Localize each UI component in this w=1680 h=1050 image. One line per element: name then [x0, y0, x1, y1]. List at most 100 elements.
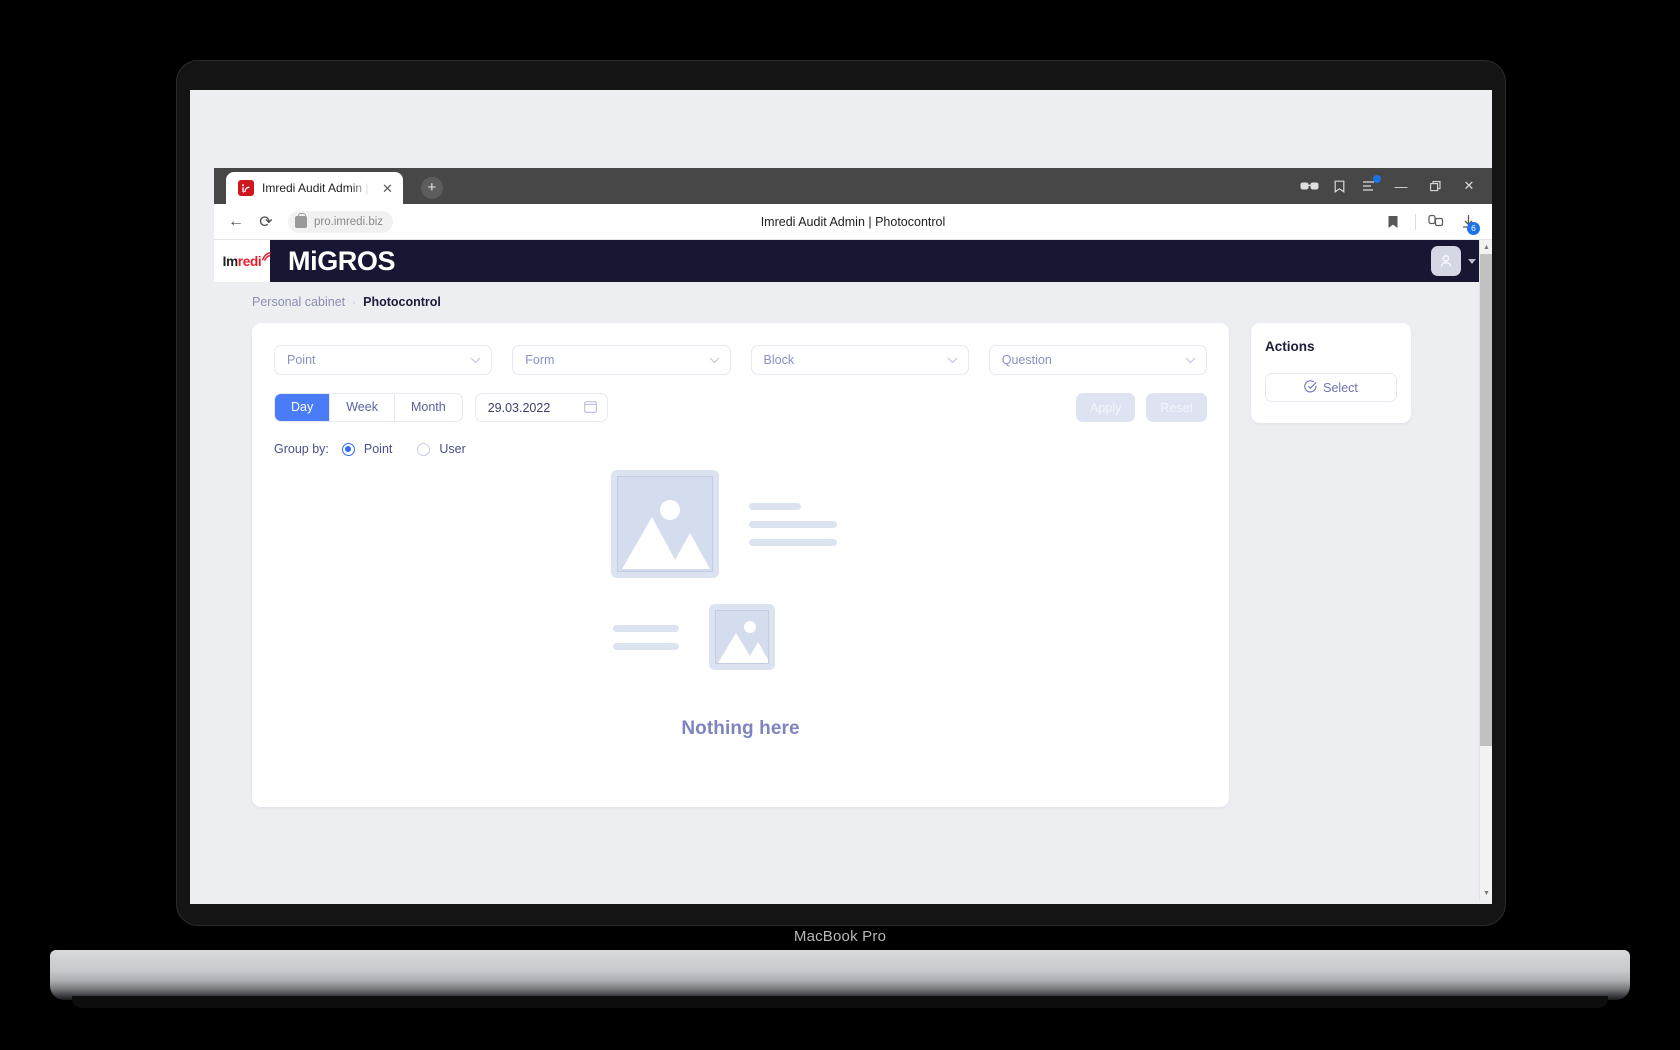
migros-brand: MiGROS — [288, 245, 396, 276]
chevron-down-icon — [1185, 353, 1196, 367]
point-select[interactable]: Point — [274, 345, 493, 375]
imredi-logo-im: Im — [222, 253, 238, 269]
laptop-brand-label: MacBook Pro — [793, 928, 887, 945]
calendar-icon[interactable] — [584, 400, 598, 416]
photocontrol-card: Point Form Block Question Day Week Month… — [252, 323, 1229, 807]
imredi-favicon — [238, 180, 254, 196]
placeholder-bar — [748, 520, 837, 528]
reset-button[interactable]: Reset — [1146, 393, 1207, 422]
browser-window: Imredi Audit Admin | Ph ✕ + — [214, 168, 1492, 900]
chevron-down-icon[interactable] — [1468, 258, 1476, 264]
image-placeholder-icon-small — [708, 604, 775, 670]
period-segmented-control: Day Week Month — [274, 393, 463, 422]
settings-menu-icon[interactable] — [1354, 171, 1384, 201]
favorites-bookmark-icon[interactable] — [1379, 208, 1407, 236]
imredi-logo-redi: redi — [237, 253, 262, 269]
breadcrumb: Personal cabinet · Photocontrol — [214, 282, 1492, 309]
downloads-icon[interactable]: 6 — [1454, 208, 1482, 236]
period-row: Day Week Month 29.03.2022 Apply Reset — [274, 393, 1207, 422]
chevron-down-icon — [709, 353, 720, 367]
filter-actions: Apply Reset — [1076, 393, 1207, 422]
illustration-bottom-row — [611, 604, 871, 670]
toolbar-actions: 6 — [1379, 208, 1484, 236]
imredi-logo-text: Imredi — [222, 251, 272, 269]
app-header: Imredi MiGROS — [214, 240, 1492, 282]
browser-chrome-controls: — ✕ — [1294, 168, 1492, 204]
empty-state-text: Nothing here — [681, 718, 800, 739]
placeholder-bar — [748, 538, 837, 546]
block-select-label: Block — [763, 353, 795, 367]
group-by-user-radio[interactable] — [417, 442, 431, 456]
breadcrumb-separator: · — [352, 295, 357, 309]
placeholder-bar — [748, 502, 801, 510]
browser-tab-title: Imredi Audit Admin | Ph — [262, 181, 370, 195]
browser-toolbar: ← ⟳ pro.imredi.biz Imredi Audit Admin | … — [214, 204, 1492, 240]
imredi-logo[interactable]: Imredi — [214, 240, 272, 282]
actions-panel-title: Actions — [1265, 339, 1315, 354]
page-viewport: Imredi MiGROS Personal cabinet · Photoco… — [214, 240, 1492, 900]
empty-state: Nothing here — [274, 470, 1207, 740]
actions-panel: Actions Select — [1251, 323, 1411, 423]
chevron-down-icon — [470, 353, 481, 367]
laptop-foot — [72, 996, 1608, 1008]
close-tab-icon[interactable]: ✕ — [378, 182, 393, 195]
date-input-value: 29.03.2022 — [487, 400, 551, 415]
scroll-down-arrow-icon[interactable]: ▼ — [1480, 886, 1492, 900]
group-by-user-label[interactable]: User — [439, 442, 465, 456]
maximize-button[interactable] — [1418, 168, 1452, 204]
breadcrumb-current: Photocontrol — [363, 295, 441, 309]
period-month-button[interactable]: Month — [394, 394, 462, 421]
image-placeholder-icon-large — [610, 470, 719, 578]
text-placeholder-bars-top — [748, 502, 837, 546]
form-select[interactable]: Form — [512, 345, 731, 375]
downloads-badge: 6 — [1467, 221, 1480, 235]
browser-tabstrip: Imredi Audit Admin | Ph ✕ + — [214, 168, 1492, 204]
reading-view-glasses-icon[interactable] — [1294, 171, 1324, 201]
circle-check-icon — [1304, 379, 1317, 396]
question-select-label: Question — [1001, 353, 1052, 367]
signal-wave-icon — [261, 250, 272, 265]
placeholder-bar — [612, 642, 679, 650]
group-by-label: Group by: — [274, 442, 329, 456]
back-icon[interactable]: ← — [222, 208, 250, 236]
scrollbar-thumb[interactable] — [1480, 254, 1492, 746]
collections-icon[interactable] — [1324, 171, 1354, 201]
period-day-button[interactable]: Day — [275, 394, 331, 421]
page-scrollbar[interactable]: ▲ ▼ — [1479, 240, 1492, 900]
avatar — [1431, 246, 1461, 276]
group-by-point-label[interactable]: Point — [364, 442, 393, 456]
filters-row: Point Form Block Question — [274, 345, 1207, 375]
form-select-label: Form — [525, 353, 555, 367]
question-select[interactable]: Question — [988, 345, 1207, 375]
address-bar-url: pro.imredi.biz — [314, 215, 384, 228]
date-input[interactable]: 29.03.2022 — [474, 393, 609, 422]
chevron-down-icon — [947, 353, 958, 367]
minimize-button[interactable]: — — [1384, 168, 1418, 204]
period-week-button[interactable]: Week — [330, 394, 395, 421]
reload-icon[interactable]: ⟳ — [252, 208, 280, 236]
laptop-base — [50, 950, 1630, 1000]
browser-tab[interactable]: Imredi Audit Admin | Ph ✕ — [226, 172, 403, 204]
select-button-label: Select — [1323, 380, 1358, 395]
toolbar-divider — [1415, 213, 1416, 230]
address-bar[interactable]: pro.imredi.biz — [288, 210, 394, 233]
content-area: Point Form Block Question Day Week Month… — [214, 309, 1492, 807]
split-screen-icon[interactable] — [1422, 208, 1450, 236]
scroll-up-arrow-icon[interactable]: ▲ — [1480, 240, 1492, 254]
screenshot-stage: Imredi Audit Admin | Ph ✕ + — [0, 0, 1680, 1050]
close-window-button[interactable]: ✕ — [1452, 168, 1486, 204]
group-by-row: Group by: Point User — [274, 442, 1207, 456]
apply-button[interactable]: Apply — [1076, 393, 1136, 422]
group-by-point-radio[interactable] — [341, 442, 355, 456]
new-tab-button[interactable]: + — [420, 177, 443, 199]
breadcrumb-parent[interactable]: Personal cabinet — [252, 295, 345, 309]
lock-icon — [295, 212, 307, 228]
browser-page-title: Imredi Audit Admin | Photocontrol — [760, 214, 946, 229]
block-select[interactable]: Block — [750, 345, 969, 375]
empty-illustration — [610, 470, 871, 670]
placeholder-bar — [612, 624, 679, 632]
laptop-screen: Imredi Audit Admin | Ph ✕ + — [190, 90, 1492, 904]
point-select-label: Point — [287, 353, 316, 367]
illustration-top-row — [610, 470, 871, 578]
select-button[interactable]: Select — [1265, 373, 1397, 402]
